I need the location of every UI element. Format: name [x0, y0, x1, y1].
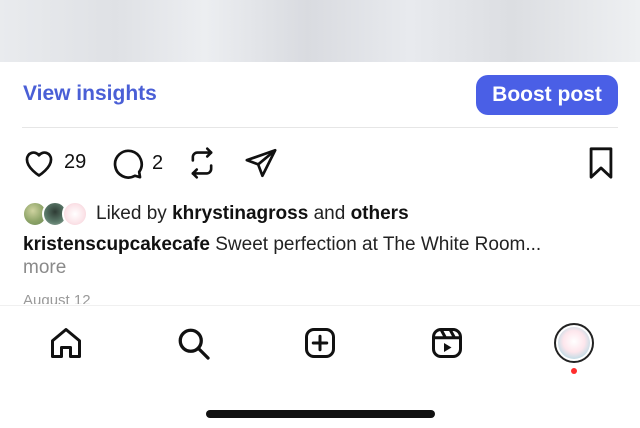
share-icon	[244, 146, 278, 180]
caption-text: Sweet perfection at The White Room...	[215, 234, 542, 255]
boost-post-button[interactable]: Boost post	[476, 75, 618, 115]
create-icon	[302, 328, 338, 365]
divider	[22, 127, 618, 128]
heart-icon	[22, 146, 56, 178]
comment-button[interactable]: 2	[110, 146, 163, 180]
save-button[interactable]	[586, 146, 616, 180]
nav-home[interactable]	[48, 325, 84, 366]
profile-avatar	[558, 327, 590, 359]
home-icon	[48, 328, 84, 365]
caption-username[interactable]: kristenscupcakecafe	[23, 234, 210, 255]
liked-by-prefix: Liked by	[96, 203, 167, 224]
nav-create[interactable]	[302, 325, 338, 366]
share-button[interactable]	[244, 146, 278, 180]
liked-by-text: Liked by khrystinagross and others	[96, 203, 409, 225]
comment-icon	[110, 146, 144, 180]
nav-search[interactable]	[175, 325, 211, 366]
notification-dot	[571, 368, 577, 374]
liked-by-joiner: and	[313, 203, 346, 224]
comment-count: 2	[152, 151, 164, 174]
liked-by-user[interactable]: khrystinagross	[172, 203, 308, 224]
caption-more-link[interactable]: more	[23, 257, 66, 279]
insights-bar: View insights Boost post	[0, 62, 640, 127]
repost-icon	[186, 146, 218, 180]
nav-profile[interactable]	[554, 323, 594, 363]
nav-reels[interactable]	[429, 325, 465, 366]
post-image[interactable]	[0, 0, 640, 62]
avatar	[62, 201, 88, 227]
like-count: 29	[64, 150, 87, 173]
bookmark-icon	[586, 146, 616, 180]
reels-icon	[429, 328, 465, 365]
post-actions: 29 2	[0, 140, 640, 188]
repost-button[interactable]	[186, 146, 218, 180]
bottom-nav	[0, 305, 640, 428]
home-indicator[interactable]	[206, 410, 435, 418]
post-caption: kristenscupcakecafe Sweet perfection at …	[23, 232, 623, 258]
liked-by-row[interactable]: Liked by khrystinagross and others	[22, 200, 409, 228]
search-icon	[175, 328, 211, 365]
view-insights-link[interactable]: View insights	[23, 82, 157, 106]
liker-avatars	[22, 200, 92, 228]
like-button[interactable]: 29	[22, 146, 86, 178]
post-date: August 12	[23, 292, 91, 304]
liked-by-others[interactable]: others	[351, 203, 409, 224]
